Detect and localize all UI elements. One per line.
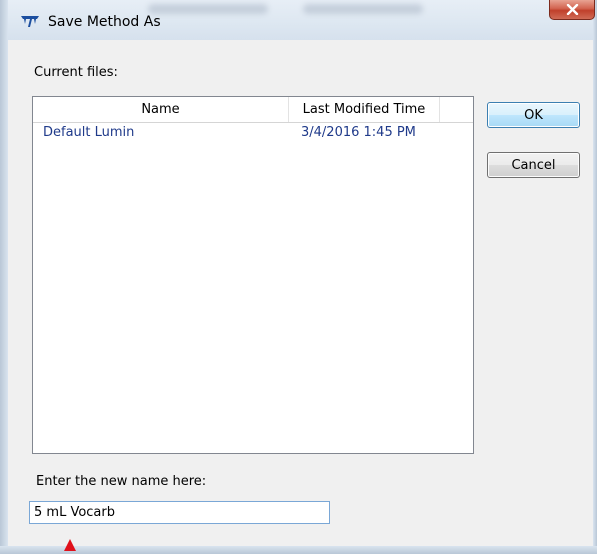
close-icon — [566, 0, 579, 19]
window-frame-bottom — [0, 546, 597, 554]
current-files-label: Current files: — [34, 65, 118, 80]
file-row[interactable]: Default Lumin 3/4/2016 1:45 PM — [33, 123, 473, 143]
window-frame-right — [593, 0, 597, 554]
list-header: Name Last Modified Time — [33, 97, 473, 123]
file-name: Default Lumin — [43, 125, 135, 140]
title-bar-glow — [303, 4, 423, 14]
file-modified-time: 3/4/2016 1:45 PM — [301, 125, 416, 140]
new-name-input[interactable] — [29, 501, 330, 524]
ok-button[interactable]: OK — [487, 102, 580, 128]
window-frame-left — [0, 0, 8, 554]
new-name-label: Enter the new name here: — [36, 474, 207, 489]
window-title: Save Method As — [48, 14, 161, 30]
file-list[interactable]: Name Last Modified Time Default Lumin 3/… — [32, 96, 474, 454]
teledyne-logo-icon — [20, 13, 40, 27]
title-bar[interactable]: Save Method As — [8, 0, 595, 40]
cancel-button[interactable]: Cancel — [487, 152, 580, 178]
column-header-name[interactable]: Name — [33, 97, 289, 122]
red-arrow-icon — [63, 536, 77, 551]
close-button[interactable] — [549, 0, 595, 20]
title-bar-glow — [148, 4, 268, 14]
dialog-body: Current files: Name Last Modified Time D… — [8, 40, 593, 551]
column-header-last-modified[interactable]: Last Modified Time — [289, 97, 440, 122]
